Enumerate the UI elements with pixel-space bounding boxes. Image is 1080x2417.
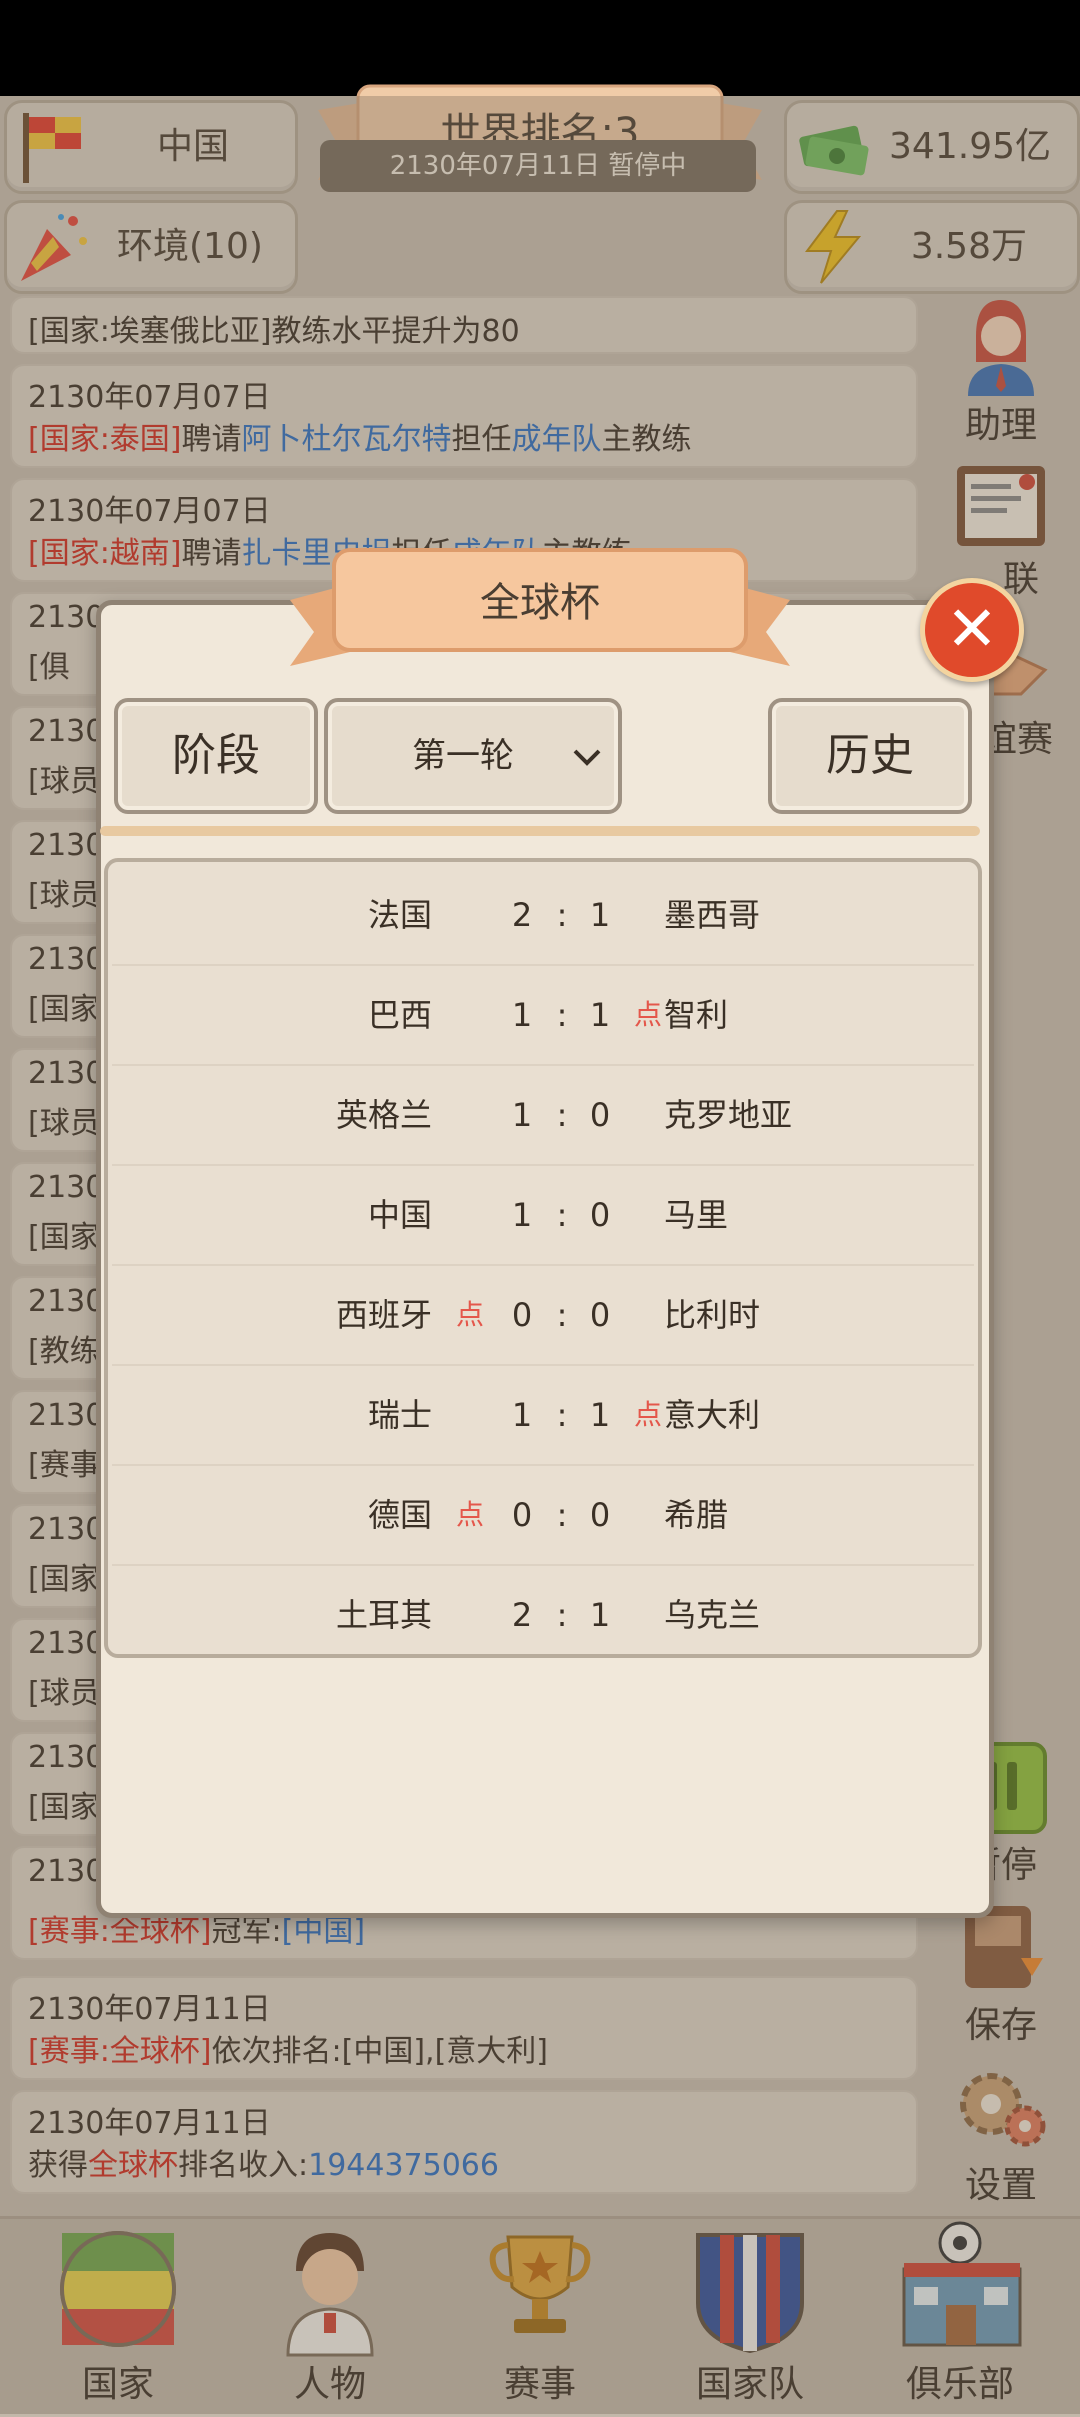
history-label: 历史 xyxy=(826,730,914,781)
home-team: 巴西 xyxy=(367,996,432,1034)
away-team: 比利时 xyxy=(664,1296,761,1334)
home-score: 1 xyxy=(511,1396,533,1434)
home-score: 0 xyxy=(511,1296,533,1334)
home-score: 1 xyxy=(511,996,533,1034)
round-select[interactable]: 第一轮 xyxy=(324,698,622,814)
away-score: 1 xyxy=(589,896,611,934)
home-team: 中国 xyxy=(367,1196,432,1234)
away-team: 智利 xyxy=(664,996,729,1034)
home-penalty-mark: 点 xyxy=(455,1498,484,1531)
away-score: 1 xyxy=(589,1396,611,1434)
close-icon: ✕ xyxy=(946,592,998,665)
score-separator: : xyxy=(556,896,568,934)
home-score: 2 xyxy=(511,896,533,934)
home-team: 英格兰 xyxy=(335,1096,432,1134)
match-table: 法国 2 : 1 墨西哥 巴西 1 : 1 点 智利 英格兰 1 : 0 克罗地… xyxy=(104,858,982,1658)
away-score: 0 xyxy=(589,1196,611,1234)
modal-title-ribbon: 全球杯 xyxy=(290,540,790,680)
home-score: 0 xyxy=(511,1496,533,1534)
away-score: 1 xyxy=(589,1596,611,1634)
modal-title: 全球杯 xyxy=(480,580,600,626)
home-team: 土耳其 xyxy=(335,1596,432,1634)
score-separator: : xyxy=(556,1396,568,1434)
away-team: 希腊 xyxy=(664,1496,729,1534)
away-score: 0 xyxy=(589,1496,611,1534)
away-penalty-mark: 点 xyxy=(633,998,662,1031)
score-separator: : xyxy=(556,996,568,1034)
away-score: 0 xyxy=(589,1096,611,1134)
away-team: 意大利 xyxy=(664,1396,761,1434)
match-row[interactable]: 瑞士 1 : 1 点 意大利 xyxy=(112,1366,974,1466)
match-row[interactable]: 巴西 1 : 1 点 智利 xyxy=(112,966,974,1066)
match-row[interactable]: 土耳其 2 : 1 乌克兰 xyxy=(112,1566,974,1664)
home-score: 1 xyxy=(511,1096,533,1134)
home-team: 西班牙 xyxy=(335,1296,432,1334)
away-penalty-mark: 点 xyxy=(633,1398,662,1431)
match-row[interactable]: 德国 点 0 : 0 希腊 xyxy=(112,1466,974,1566)
score-separator: : xyxy=(556,1596,568,1634)
home-team: 瑞士 xyxy=(367,1396,432,1434)
match-row[interactable]: 西班牙 点 0 : 0 比利时 xyxy=(112,1266,974,1366)
away-team: 马里 xyxy=(664,1196,729,1234)
round-selected-value: 第一轮 xyxy=(412,736,514,776)
score-separator: : xyxy=(556,1496,568,1534)
away-team: 墨西哥 xyxy=(664,896,761,934)
away-team: 乌克兰 xyxy=(664,1596,761,1634)
match-row[interactable]: 英格兰 1 : 0 克罗地亚 xyxy=(112,1066,974,1166)
home-team: 法国 xyxy=(367,896,432,934)
divider xyxy=(100,826,980,836)
home-team: 德国 xyxy=(367,1496,432,1534)
score-separator: : xyxy=(556,1196,568,1234)
stage-button[interactable]: 阶段 xyxy=(114,698,318,814)
score-separator: : xyxy=(556,1296,568,1334)
match-row[interactable]: 中国 1 : 0 马里 xyxy=(112,1166,974,1266)
home-score: 1 xyxy=(511,1196,533,1234)
chevron-down-icon xyxy=(573,749,601,766)
away-score: 1 xyxy=(589,996,611,1034)
match-row[interactable]: 法国 2 : 1 墨西哥 xyxy=(112,866,974,966)
score-separator: : xyxy=(556,1096,568,1134)
home-penalty-mark: 点 xyxy=(455,1298,484,1331)
home-score: 2 xyxy=(511,1596,533,1634)
history-button[interactable]: 历史 xyxy=(768,698,972,814)
away-score: 0 xyxy=(589,1296,611,1334)
away-team: 克罗地亚 xyxy=(664,1096,793,1134)
close-button[interactable]: ✕ xyxy=(920,578,1024,682)
stage-label: 阶段 xyxy=(172,730,260,781)
